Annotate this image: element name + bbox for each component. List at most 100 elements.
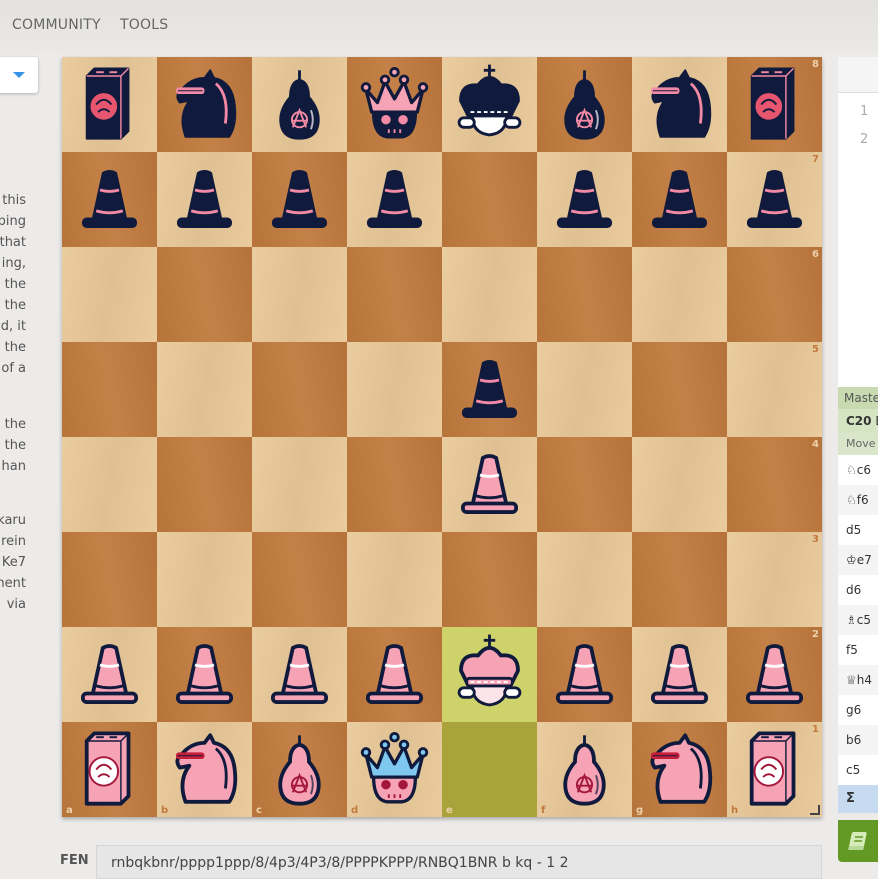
black-knight-icon[interactable] xyxy=(632,57,727,152)
square-h7[interactable]: 7 xyxy=(727,152,822,247)
explorer-move-row[interactable]: b6 xyxy=(838,725,878,755)
square-g2[interactable] xyxy=(632,627,727,722)
square-f7[interactable] xyxy=(537,152,632,247)
square-c6[interactable] xyxy=(252,247,347,342)
white-knight-icon[interactable] xyxy=(632,722,727,817)
square-d2[interactable] xyxy=(347,627,442,722)
square-g1[interactable]: g xyxy=(632,722,727,817)
white-knight-icon[interactable] xyxy=(157,722,252,817)
black-knight-icon[interactable] xyxy=(157,57,252,152)
black-pawn-icon[interactable] xyxy=(537,152,632,247)
square-e2[interactable] xyxy=(442,627,537,722)
nav-community[interactable]: COMMUNITY xyxy=(12,17,101,33)
black-bishop-icon[interactable] xyxy=(252,57,347,152)
square-a4[interactable] xyxy=(62,437,157,532)
explorer-move-row[interactable]: ♕h4 xyxy=(838,665,878,695)
white-bishop-icon[interactable] xyxy=(252,722,347,817)
square-e6[interactable] xyxy=(442,247,537,342)
square-b1[interactable]: b xyxy=(157,722,252,817)
square-g5[interactable] xyxy=(632,342,727,437)
square-g4[interactable] xyxy=(632,437,727,532)
square-c5[interactable] xyxy=(252,342,347,437)
white-rook-icon[interactable] xyxy=(62,722,157,817)
square-c1[interactable]: c xyxy=(252,722,347,817)
fen-input[interactable]: rnbqkbnr/pppp1ppp/8/4p3/4P3/8/PPPPKPPP/R… xyxy=(96,845,822,879)
square-c8[interactable] xyxy=(252,57,347,152)
square-d1[interactable]: d xyxy=(347,722,442,817)
nav-tools[interactable]: TOOLS xyxy=(120,17,168,33)
square-h4[interactable]: 4 xyxy=(727,437,822,532)
square-d4[interactable] xyxy=(347,437,442,532)
black-bishop-icon[interactable] xyxy=(537,57,632,152)
black-pawn-icon[interactable] xyxy=(62,152,157,247)
black-rook-icon[interactable] xyxy=(727,57,822,152)
explorer-move-row[interactable]: ♘c6 xyxy=(838,455,878,485)
explorer-move-row[interactable]: c5 xyxy=(838,755,878,785)
white-pawn-icon[interactable] xyxy=(632,627,727,722)
square-e5[interactable] xyxy=(442,342,537,437)
square-b4[interactable] xyxy=(157,437,252,532)
explorer-move-row[interactable]: ♔e7 xyxy=(838,545,878,575)
square-f3[interactable] xyxy=(537,532,632,627)
square-a8[interactable] xyxy=(62,57,157,152)
square-e3[interactable] xyxy=(442,532,537,627)
square-b3[interactable] xyxy=(157,532,252,627)
square-a6[interactable] xyxy=(62,247,157,342)
explorer-move-row[interactable]: f5 xyxy=(838,635,878,665)
square-c2[interactable] xyxy=(252,627,347,722)
square-c4[interactable] xyxy=(252,437,347,532)
square-e8[interactable] xyxy=(442,57,537,152)
square-h3[interactable]: 3 xyxy=(727,532,822,627)
square-b8[interactable] xyxy=(157,57,252,152)
black-pawn-icon[interactable] xyxy=(252,152,347,247)
white-king-icon[interactable] xyxy=(442,627,537,722)
square-a2[interactable] xyxy=(62,627,157,722)
white-pawn-icon[interactable] xyxy=(157,627,252,722)
explorer-move-row[interactable]: ♗c5 xyxy=(838,605,878,635)
square-h8[interactable]: 8 xyxy=(727,57,822,152)
white-pawn-icon[interactable] xyxy=(442,437,537,532)
square-f8[interactable] xyxy=(537,57,632,152)
white-bishop-icon[interactable] xyxy=(537,722,632,817)
square-g7[interactable] xyxy=(632,152,727,247)
square-c7[interactable] xyxy=(252,152,347,247)
explorer-move-row[interactable]: ♘f6 xyxy=(838,485,878,515)
square-h2[interactable]: 2 xyxy=(727,627,822,722)
square-a7[interactable] xyxy=(62,152,157,247)
tools-dropdown[interactable] xyxy=(0,57,38,93)
square-d8[interactable] xyxy=(347,57,442,152)
square-g6[interactable] xyxy=(632,247,727,342)
square-h6[interactable]: 6 xyxy=(727,247,822,342)
explorer-move-row[interactable]: d5 xyxy=(838,515,878,545)
square-f4[interactable] xyxy=(537,437,632,532)
square-c3[interactable] xyxy=(252,532,347,627)
black-pawn-icon[interactable] xyxy=(727,152,822,247)
square-e4[interactable] xyxy=(442,437,537,532)
white-pawn-icon[interactable] xyxy=(62,627,157,722)
explorer-db-title[interactable]: Masters xyxy=(838,387,878,409)
black-pawn-icon[interactable] xyxy=(157,152,252,247)
white-pawn-icon[interactable] xyxy=(537,627,632,722)
square-a5[interactable] xyxy=(62,342,157,437)
black-pawn-icon[interactable] xyxy=(632,152,727,247)
black-rook-icon[interactable] xyxy=(62,57,157,152)
board-resize-handle[interactable] xyxy=(810,805,820,815)
square-g8[interactable] xyxy=(632,57,727,152)
explorer-move-row[interactable]: d6 xyxy=(838,575,878,605)
black-pawn-icon[interactable] xyxy=(442,342,537,437)
square-b7[interactable] xyxy=(157,152,252,247)
square-d5[interactable] xyxy=(347,342,442,437)
square-a3[interactable] xyxy=(62,532,157,627)
square-e1[interactable]: e xyxy=(442,722,537,817)
chess-board[interactable]: 8765432abcdefg1h xyxy=(62,57,822,817)
white-pawn-icon[interactable] xyxy=(252,627,347,722)
white-rook-icon[interactable] xyxy=(727,722,822,817)
square-b2[interactable] xyxy=(157,627,252,722)
black-queen-icon[interactable] xyxy=(347,57,442,152)
white-pawn-icon[interactable] xyxy=(727,627,822,722)
black-pawn-icon[interactable] xyxy=(347,152,442,247)
square-d6[interactable] xyxy=(347,247,442,342)
square-h1[interactable]: 1h xyxy=(727,722,822,817)
square-a1[interactable]: a xyxy=(62,722,157,817)
square-h5[interactable]: 5 xyxy=(727,342,822,437)
